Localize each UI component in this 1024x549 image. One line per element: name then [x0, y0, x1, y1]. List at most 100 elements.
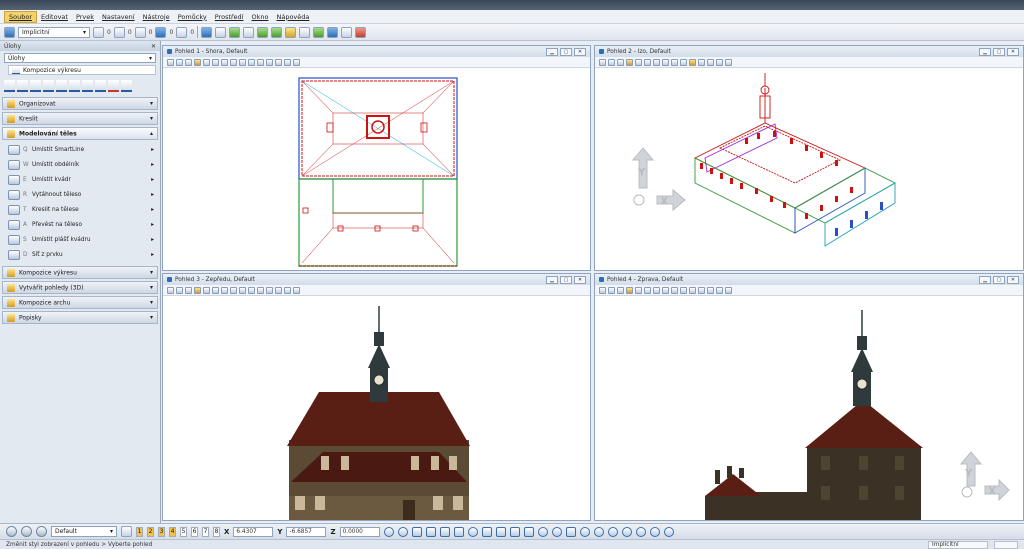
subtract-icon[interactable]: [509, 526, 520, 537]
rotate-icon[interactable]: [95, 80, 106, 92]
view-attributes-icon[interactable]: [215, 26, 227, 38]
previous-view-icon[interactable]: [257, 58, 264, 66]
box-icon[interactable]: [425, 526, 436, 537]
render-icon[interactable]: [617, 58, 624, 66]
fit-view-icon[interactable]: [230, 58, 237, 66]
walk-icon[interactable]: [725, 58, 732, 66]
previous-view-icon[interactable]: [689, 58, 696, 66]
update-icon[interactable]: [626, 58, 633, 66]
fillet-icon[interactable]: [551, 526, 562, 537]
grid-icon[interactable]: [341, 26, 353, 38]
revolve-icon[interactable]: [579, 526, 590, 537]
text-icon[interactable]: [43, 80, 54, 92]
mesh-icon[interactable]: [635, 526, 646, 537]
render-icon[interactable]: [185, 286, 192, 294]
zoom-out-icon[interactable]: [644, 286, 651, 294]
delete-icon[interactable]: [108, 80, 119, 92]
tool-mesh-from-element[interactable]: D Síť z prvku ▸: [2, 247, 158, 262]
section-drawing-composition[interactable]: Kompozice výkresu ▾: [2, 266, 158, 279]
z-coord-input[interactable]: 0.0000: [339, 526, 380, 537]
cylinder-icon[interactable]: [397, 526, 408, 537]
next-view-icon[interactable]: [266, 286, 273, 294]
view-toggle-3[interactable]: 3: [158, 526, 165, 537]
tool-place-box[interactable]: E Umístit kvádr ▸: [2, 172, 158, 187]
minimize-button[interactable]: ▁: [979, 47, 991, 56]
dimension-icon[interactable]: [30, 80, 41, 92]
y-coord-input[interactable]: -6.6857: [286, 526, 327, 537]
x-coord-input[interactable]: 6.4307: [233, 526, 274, 537]
tool-place-rectangle[interactable]: W Umístit obdélník ▸: [2, 157, 158, 172]
line-style-icon[interactable]: [113, 26, 125, 38]
trim-icon[interactable]: [121, 80, 132, 92]
fit-view-icon[interactable]: [662, 286, 669, 294]
wedge-icon[interactable]: [453, 526, 464, 537]
menu-editovat[interactable]: Editovat: [37, 12, 72, 22]
slab-icon[interactable]: [481, 526, 492, 537]
menu-nastaveni[interactable]: Nastavení: [98, 12, 139, 22]
light-icon[interactable]: [271, 26, 283, 38]
display-style-icon[interactable]: [176, 58, 183, 66]
display-style-icon[interactable]: [229, 26, 241, 38]
menu-prvek[interactable]: Prvek: [72, 12, 98, 22]
maximize-button[interactable]: ▢: [993, 275, 1005, 284]
camera-icon[interactable]: [284, 286, 291, 294]
update-icon[interactable]: [626, 286, 633, 294]
menu-okno[interactable]: Okno: [247, 12, 272, 22]
move-icon[interactable]: [69, 80, 80, 92]
chamfer-icon[interactable]: [621, 526, 632, 537]
close-button[interactable]: ✕: [1007, 275, 1019, 284]
display-style-icon[interactable]: [608, 58, 615, 66]
next-view-icon[interactable]: [698, 58, 705, 66]
menu-pomucky[interactable]: Pomůcky: [174, 12, 211, 22]
line-weight-icon[interactable]: [134, 26, 146, 38]
transparency-icon[interactable]: [155, 26, 167, 38]
loft-icon[interactable]: [607, 526, 618, 537]
update-icon[interactable]: [194, 58, 201, 66]
view-toggle-1[interactable]: 1: [136, 526, 143, 537]
display-style-icon[interactable]: [176, 286, 183, 294]
priority-icon[interactable]: [176, 26, 188, 38]
rotate-view-icon[interactable]: [239, 286, 246, 294]
status-lock[interactable]: [994, 540, 1018, 549]
walk-icon[interactable]: [293, 286, 300, 294]
subtask-item[interactable]: Kompozice výkresu: [8, 65, 156, 75]
split-icon[interactable]: [663, 526, 674, 537]
intersect-icon[interactable]: [523, 526, 534, 537]
view-windows-icon[interactable]: [121, 526, 132, 537]
rotate-view-icon[interactable]: [239, 58, 246, 66]
view-toggle-6[interactable]: 6: [191, 526, 198, 537]
cut-icon[interactable]: [649, 526, 660, 537]
camera-icon[interactable]: [284, 58, 291, 66]
close-button[interactable]: ✕: [574, 47, 586, 56]
clip-icon[interactable]: [707, 286, 714, 294]
camera-icon[interactable]: [716, 286, 723, 294]
view-canvas[interactable]: Y X: [595, 296, 1023, 520]
zoom-out-icon[interactable]: [212, 286, 219, 294]
zoom-in-icon[interactable]: [635, 286, 642, 294]
pan-icon[interactable]: [680, 58, 687, 66]
rotate-view-icon[interactable]: [671, 58, 678, 66]
minimize-button[interactable]: ▁: [546, 275, 558, 284]
color-icon[interactable]: [93, 26, 104, 38]
maximize-button[interactable]: ▢: [560, 275, 572, 284]
section-organize[interactable]: Organizovat ▾: [2, 97, 158, 110]
menu-nastroje[interactable]: Nástroje: [139, 12, 174, 22]
select-icon[interactable]: [4, 80, 15, 92]
section-solid-modeling[interactable]: Modelování těles ▴: [2, 127, 158, 140]
arrow-icon[interactable]: [36, 526, 47, 537]
view-attributes-icon[interactable]: [599, 286, 606, 294]
camera-icon[interactable]: [257, 26, 269, 38]
pan-icon[interactable]: [248, 58, 255, 66]
view-3-front[interactable]: Pohled 3 - Zepředu, Default ▁ ▢ ✕: [162, 273, 591, 521]
close-icon[interactable]: ✕: [151, 43, 156, 50]
previous-view-icon[interactable]: [689, 286, 696, 294]
window-area-icon[interactable]: [653, 58, 660, 66]
sphere-icon[interactable]: [383, 526, 394, 537]
attributes-icon[interactable]: [4, 26, 15, 38]
snap-icon[interactable]: [313, 26, 325, 38]
tool-extrude-solid[interactable]: R Vytáhnout těleso ▸: [2, 187, 158, 202]
fit-view-icon[interactable]: [662, 58, 669, 66]
zoom-in-icon[interactable]: [203, 286, 210, 294]
scale-icon[interactable]: [82, 80, 93, 92]
sweep-icon[interactable]: [593, 526, 604, 537]
